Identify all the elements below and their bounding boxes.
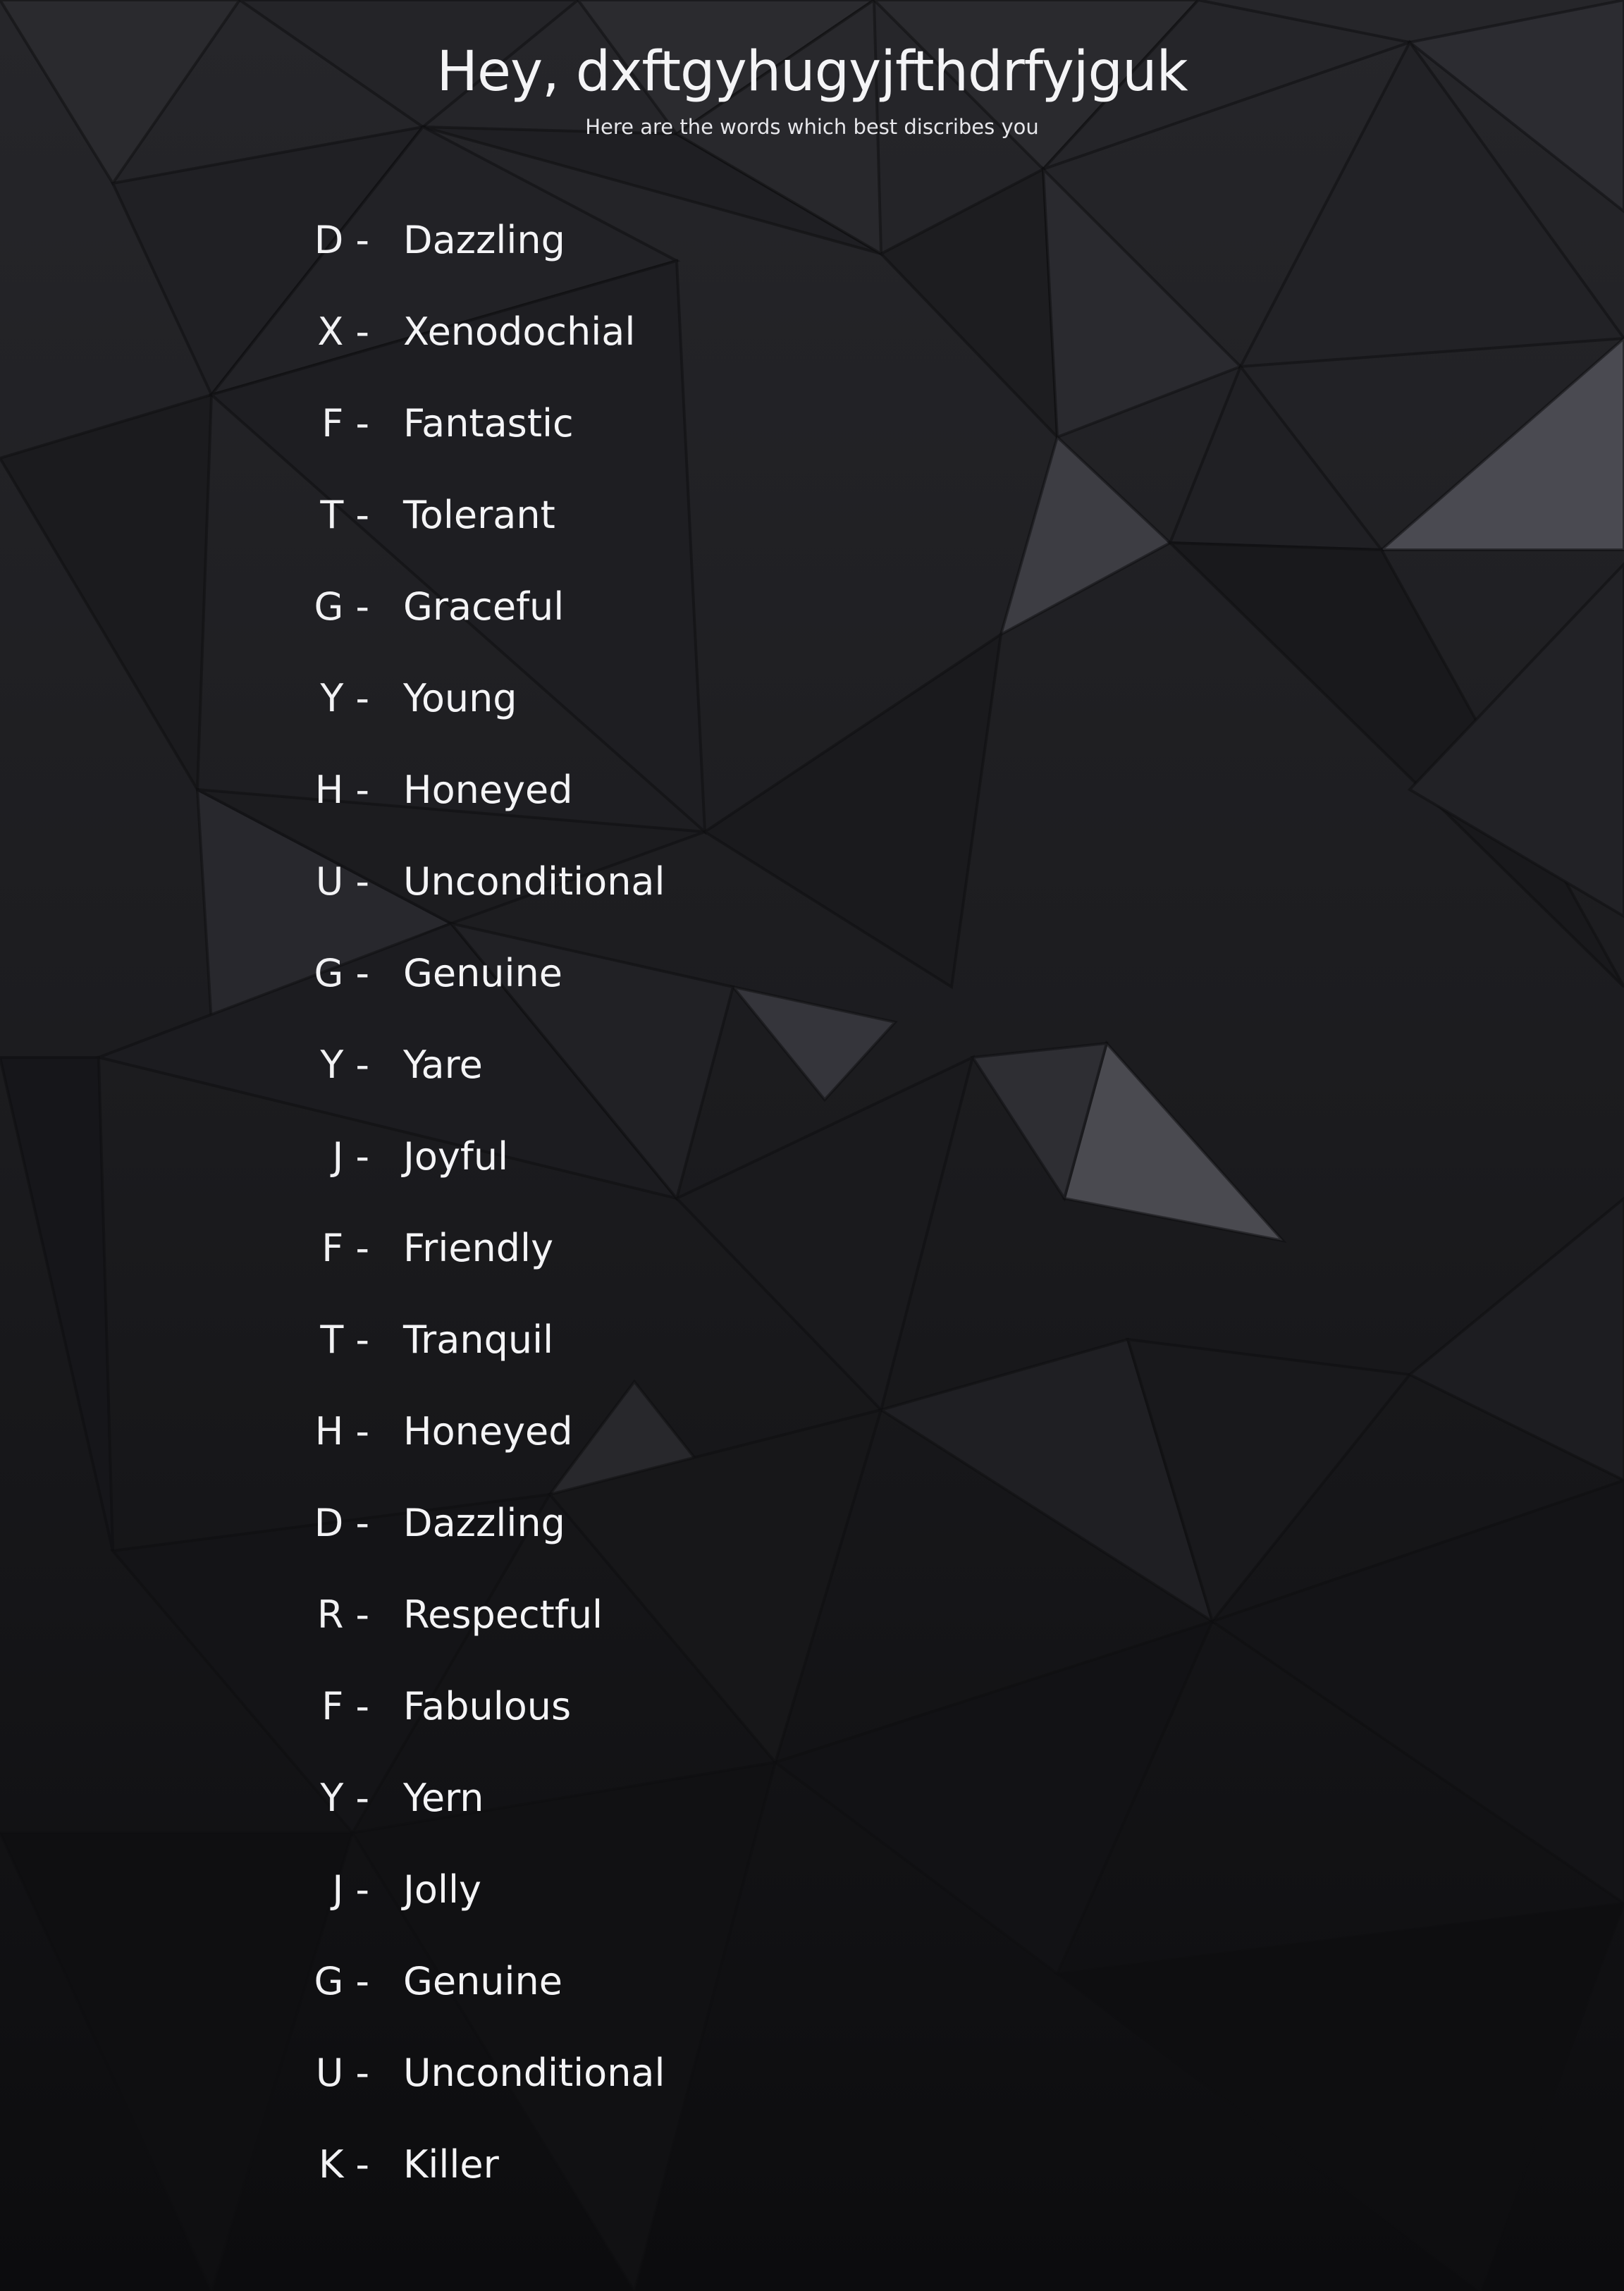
initial-letter: Y - <box>320 1043 369 1087</box>
list-item: Y - Yare <box>0 1025 1624 1117</box>
list-item: U - Unconditional <box>0 842 1624 933</box>
descriptive-word: Tranquil <box>403 1318 554 1362</box>
list-item: F - Fabulous <box>0 1666 1624 1758</box>
descriptive-word: Killer <box>403 2142 499 2187</box>
descriptive-word: Fabulous <box>403 1684 572 1728</box>
descriptive-word: Tolerant <box>403 493 555 537</box>
descriptive-word: Genuine <box>403 951 562 995</box>
initial-letter: D - <box>314 218 369 262</box>
list-item: J - Jolly <box>0 1850 1624 1941</box>
initial-letter: U - <box>315 859 369 904</box>
initial-letter: J - <box>332 1134 369 1179</box>
initial-letter: F - <box>321 1226 369 1270</box>
initial-letter: Y - <box>320 676 369 720</box>
descriptive-word: Young <box>403 676 517 720</box>
initial-letter: Y - <box>320 1776 369 1820</box>
descriptive-word: Friendly <box>403 1226 554 1270</box>
list-item: T - Tranquil <box>0 1300 1624 1392</box>
list-item: K - Killer <box>0 2125 1624 2216</box>
list-item: T - Tolerant <box>0 475 1624 567</box>
list-item: R - Respectful <box>0 1575 1624 1666</box>
list-item: F - Friendly <box>0 1208 1624 1300</box>
initial-letter: J - <box>332 1867 369 1912</box>
descriptive-word: Xenodochial <box>403 309 636 354</box>
initial-letter: G - <box>314 951 370 995</box>
header: Hey, dxftgyhugyjfthdrfyjguk Here are the… <box>0 37 1624 141</box>
descriptive-word: Jolly <box>403 1867 481 1912</box>
descriptive-word: Unconditional <box>403 2051 665 2095</box>
list-item: G - Genuine <box>0 933 1624 1025</box>
list-item: H - Honeyed <box>0 1392 1624 1483</box>
initial-letter: G - <box>314 584 370 629</box>
list-item: F - Fantastic <box>0 383 1624 475</box>
list-item: X - Xenodochial <box>0 292 1624 383</box>
descriptive-word: Fantastic <box>403 401 574 446</box>
descriptive-word: Dazzling <box>403 1501 565 1545</box>
list-item: Y - Yern <box>0 1758 1624 1850</box>
descriptive-word: Genuine <box>403 1959 562 2003</box>
initial-letter: K - <box>318 2142 369 2187</box>
initial-letter: H - <box>314 1409 369 1454</box>
descriptive-word: Dazzling <box>403 218 565 262</box>
word-list: D - Dazzling X - Xenodochial F - Fantastic … <box>0 200 1624 2216</box>
page-title: Hey, dxftgyhugyjfthdrfyjguk <box>436 40 1188 104</box>
list-item: G - Genuine <box>0 1941 1624 2033</box>
descriptive-word: Honeyed <box>403 768 573 812</box>
list-item: D - Dazzling <box>0 200 1624 292</box>
descriptive-word: Joyful <box>403 1134 509 1179</box>
list-item: J - Joyful <box>0 1117 1624 1208</box>
page: Hey, dxftgyhugyjfthdrfyjguk Here are the… <box>0 0 1624 2291</box>
descriptive-word: Yern <box>403 1776 484 1820</box>
initial-letter: X - <box>317 309 369 354</box>
list-item: G - Graceful <box>0 567 1624 658</box>
initial-letter: T - <box>320 493 369 537</box>
list-item: Y - Young <box>0 658 1624 750</box>
list-item: D - Dazzling <box>0 1483 1624 1575</box>
initial-letter: H - <box>314 768 369 812</box>
initial-letter: G - <box>314 1959 370 2003</box>
descriptive-word: Yare <box>403 1043 483 1087</box>
list-item: H - Honeyed <box>0 750 1624 842</box>
initial-letter: F - <box>321 1684 369 1728</box>
initial-letter: F - <box>321 401 369 446</box>
initial-letter: T - <box>320 1318 369 1362</box>
initial-letter: U - <box>315 2051 369 2095</box>
page-subtitle: Here are the words which best discribes … <box>585 115 1039 139</box>
initial-letter: R - <box>316 1592 369 1637</box>
descriptive-word: Graceful <box>403 584 565 629</box>
initial-letter: D - <box>314 1501 369 1545</box>
list-item: U - Unconditional <box>0 2033 1624 2125</box>
descriptive-word: Unconditional <box>403 859 665 904</box>
descriptive-word: Respectful <box>403 1592 603 1637</box>
descriptive-word: Honeyed <box>403 1409 573 1454</box>
